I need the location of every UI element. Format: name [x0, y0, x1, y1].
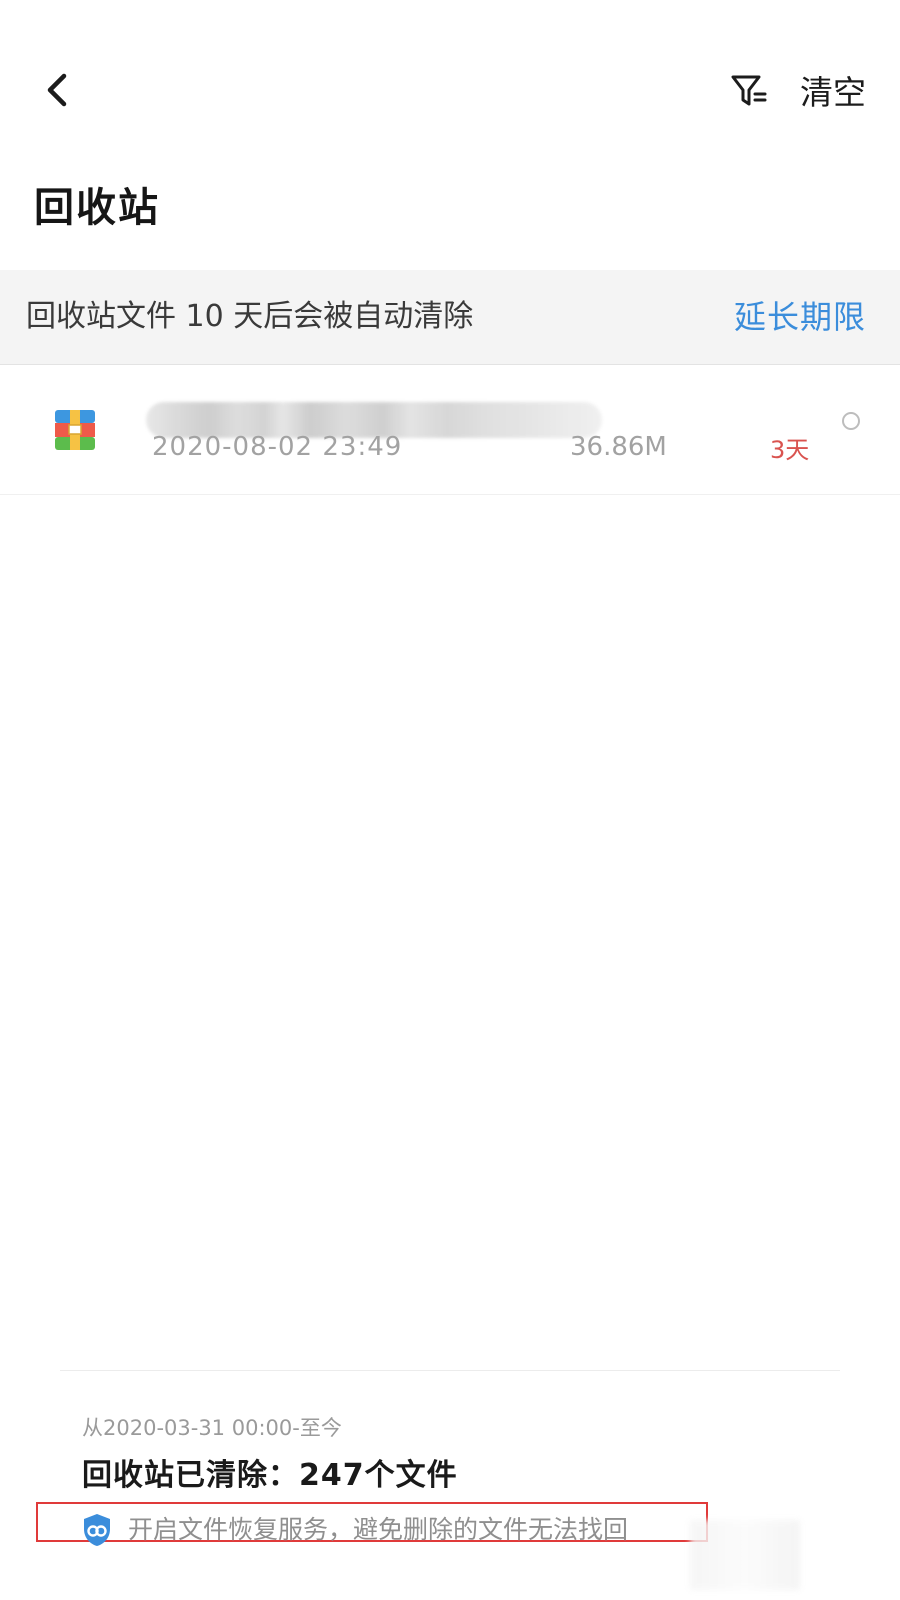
top-bar: 清空: [0, 0, 900, 170]
extend-period-link[interactable]: 延长期限: [734, 270, 866, 364]
back-button[interactable]: [28, 64, 84, 120]
cleared-files-summary: 回收站已清除：247个文件: [82, 1450, 458, 1494]
archive-file-icon: [55, 410, 95, 450]
recycle-bin-screen: 清空 回收站 回收站文件 10 天后会被自动清除 延长期限 2020-08-02…: [0, 0, 900, 1600]
chevron-left-icon: [42, 72, 70, 112]
file-list-item[interactable]: 2020-08-02 23:49 36.86M 3天: [0, 366, 900, 495]
notice-text: 回收站文件 10 天后会被自动清除: [26, 299, 474, 334]
page-title: 回收站: [34, 185, 160, 231]
recovery-service-link[interactable]: 开启文件恢复服务，避免删除的文件无法找回: [128, 1513, 628, 1547]
cleared-unit: 个文件: [364, 1458, 458, 1493]
file-size: 36.86M: [570, 432, 667, 462]
shield-cloud-icon: [82, 1513, 112, 1547]
footer-divider: [60, 1370, 840, 1371]
filter-button[interactable]: [724, 68, 774, 118]
stats-period: 从2020-03-31 00:00-至今: [82, 1416, 342, 1440]
days-remaining: 3天: [770, 436, 810, 464]
auto-clear-notice: 回收站文件 10 天后会被自动清除 延长期限: [0, 270, 900, 365]
clear-all-button[interactable]: 清空: [800, 66, 866, 120]
watermark-blur: [690, 1520, 800, 1590]
cleared-count: 247: [299, 1458, 365, 1493]
filter-icon: [729, 71, 769, 115]
select-radio[interactable]: [842, 412, 860, 430]
file-date: 2020-08-02 23:49: [152, 432, 403, 462]
cleared-label: 回收站已清除：: [82, 1458, 299, 1493]
